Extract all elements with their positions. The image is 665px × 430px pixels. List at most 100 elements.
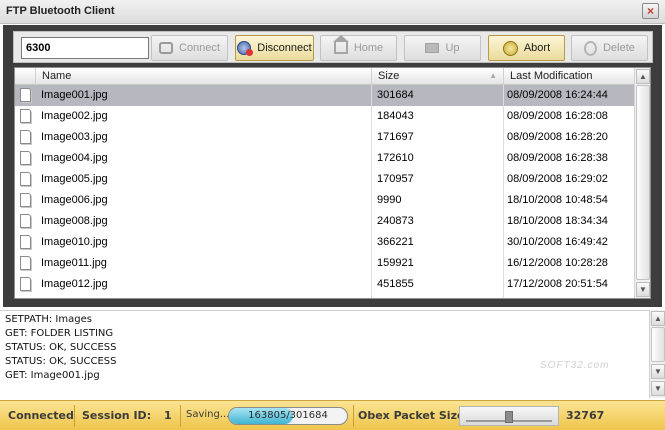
disconnect-icon	[237, 41, 254, 56]
scroll-thumb[interactable]	[651, 327, 665, 362]
file-icon	[20, 211, 36, 232]
file-icon	[20, 85, 36, 106]
file-name: Image004.jpg	[41, 152, 108, 164]
port-input[interactable]	[21, 37, 149, 59]
file-name: Image002.jpg	[41, 110, 108, 122]
log-line: SETPATH: Images	[5, 314, 92, 325]
file-modified: 08/09/2008 16:28:20	[507, 131, 608, 143]
file-size: 301684	[377, 89, 414, 101]
file-size: 170957	[377, 173, 414, 185]
file-size: 184043	[377, 110, 414, 122]
up-folder-icon	[425, 43, 440, 53]
file-list-scrollbar[interactable]: ▲ ▼	[634, 68, 650, 298]
log-scrollbar[interactable]: ▲ ▼ ▼	[649, 310, 665, 398]
delete-button-label: Delete	[603, 42, 635, 54]
column-header-size[interactable]: Size ▲	[371, 68, 503, 85]
file-modified: 08/09/2008 16:29:02	[507, 173, 608, 185]
file-size: 159921	[377, 257, 414, 269]
slider-thumb[interactable]	[505, 411, 513, 423]
file-icon	[20, 190, 36, 211]
column-header-size-label: Size	[378, 70, 400, 82]
up-button[interactable]: Up	[404, 35, 481, 61]
home-button[interactable]: Home	[320, 35, 397, 61]
session-label: Session ID:	[82, 409, 152, 422]
file-modified: 30/10/2008 16:49:42	[507, 236, 608, 248]
table-row[interactable]: Image008.jpg 240873 18/10/2008 18:34:34	[15, 211, 635, 232]
log-line: GET: FOLDER LISTING	[5, 328, 114, 339]
packet-size-label: Obex Packet Size:	[358, 409, 469, 422]
disconnect-button[interactable]: Disconnect	[235, 35, 314, 61]
file-modified: 18/10/2008 10:48:54	[507, 194, 608, 206]
sort-arrow-icon: ▲	[489, 71, 497, 80]
home-button-label: Home	[353, 42, 384, 54]
file-name: Image006.jpg	[41, 194, 108, 206]
file-name: Image011.jpg	[41, 257, 107, 269]
title-bar: FTP Bluetooth Client ×	[0, 0, 665, 24]
table-row[interactable]: Image001.jpg 301684 08/09/2008 16:24:44	[15, 85, 635, 106]
file-modified: 17/12/2008 20:51:54	[507, 278, 608, 290]
file-name: Image005.jpg	[41, 173, 108, 185]
scroll-down-icon[interactable]: ▼	[651, 364, 665, 379]
scroll-up-icon[interactable]: ▲	[651, 311, 665, 326]
file-size: 366221	[377, 236, 414, 248]
connect-button-label: Connect	[179, 42, 220, 54]
table-row[interactable]: Image010.jpg 366221 30/10/2008 16:49:42	[15, 232, 635, 253]
table-row[interactable]: Image006.jpg 9990 18/10/2008 10:48:54	[15, 190, 635, 211]
table-row[interactable]: Image005.jpg 170957 08/09/2008 16:29:02	[15, 169, 635, 190]
transfer-progress-bar: 163805/301684	[228, 407, 348, 425]
file-size: 240873	[377, 215, 414, 227]
file-modified: 16/12/2008 10:28:28	[507, 257, 608, 269]
file-list: Name Size ▲ Last Modification Image001.j…	[14, 67, 651, 299]
connection-status: Connected	[8, 409, 74, 422]
delete-button[interactable]: Delete	[571, 35, 648, 61]
table-row[interactable]: Image003.jpg 171697 08/09/2008 16:28:20	[15, 127, 635, 148]
file-name: Image012.jpg	[41, 278, 108, 290]
main-frame: Connect Disconnect Home Up Abort Delete …	[3, 25, 662, 307]
table-row[interactable]: Image011.jpg 159921 16/12/2008 10:28:28	[15, 253, 635, 274]
connect-button[interactable]: Connect	[151, 35, 228, 61]
file-icon	[20, 232, 36, 253]
table-row[interactable]: Image004.jpg 172610 08/09/2008 16:28:38	[15, 148, 635, 169]
file-list-header: Name Size ▲ Last Modification	[15, 68, 635, 85]
file-icon	[20, 148, 36, 169]
session-id: 1	[164, 409, 172, 422]
scroll-thumb[interactable]	[636, 85, 650, 280]
up-button-label: Up	[445, 42, 460, 54]
abort-button[interactable]: Abort	[488, 35, 565, 61]
home-icon	[332, 35, 349, 54]
abort-button-label: Abort	[523, 42, 551, 54]
file-icon	[20, 169, 36, 190]
file-name: Image010.jpg	[41, 236, 108, 248]
delete-icon	[584, 40, 598, 56]
packet-size-value: 32767	[566, 409, 605, 422]
close-icon[interactable]: ×	[642, 3, 659, 19]
table-row[interactable]: Image012.jpg 451855 17/12/2008 20:51:54	[15, 274, 635, 295]
packet-size-slider[interactable]	[459, 406, 559, 426]
window-title: FTP Bluetooth Client	[6, 5, 115, 17]
scroll-end-icon[interactable]: ▼	[651, 381, 665, 396]
file-icon	[20, 127, 36, 148]
status-divider	[353, 405, 354, 427]
saving-label: Saving...	[186, 409, 230, 420]
file-size: 172610	[377, 152, 414, 164]
scroll-down-icon[interactable]: ▼	[636, 282, 650, 297]
table-row[interactable]: Image002.jpg 184043 08/09/2008 16:28:08	[15, 106, 635, 127]
file-icon	[20, 274, 36, 295]
log-line: GET: Image001.jpg	[5, 370, 100, 381]
file-name: Image001.jpg	[41, 89, 108, 101]
column-header-name[interactable]: Name	[35, 68, 371, 85]
file-size: 171697	[377, 131, 414, 143]
log-panel: SETPATH: Images GET: FOLDER LISTING STAT…	[0, 310, 649, 398]
file-size: 9990	[377, 194, 402, 206]
file-modified: 18/10/2008 18:34:34	[507, 215, 608, 227]
file-rows: Image001.jpg 301684 08/09/2008 16:24:44 …	[15, 85, 635, 298]
file-name: Image003.jpg	[41, 131, 108, 143]
toolbar: Connect Disconnect Home Up Abort Delete	[13, 31, 653, 63]
file-name: Image008.jpg	[41, 215, 108, 227]
file-icon	[20, 253, 36, 274]
column-header-modified[interactable]: Last Modification	[503, 68, 635, 85]
file-modified: 08/09/2008 16:28:08	[507, 110, 608, 122]
status-bar: Connected Session ID: 1 Saving... 163805…	[0, 400, 665, 430]
abort-icon	[502, 40, 518, 56]
scroll-up-icon[interactable]: ▲	[636, 69, 650, 84]
